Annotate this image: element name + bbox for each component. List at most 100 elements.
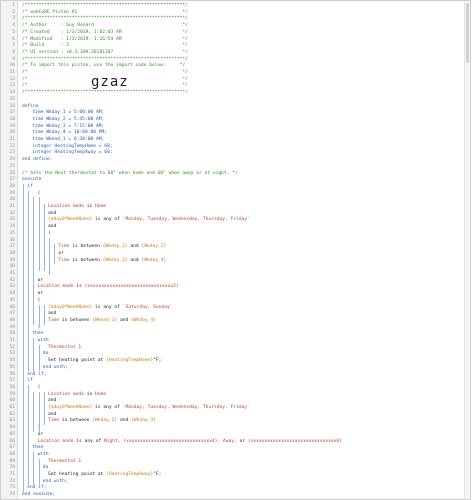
code-token: /* Author : Guy Renard */ xyxy=(22,23,188,29)
code-token: then xyxy=(32,445,44,451)
code-line: 74 end execute; xyxy=(1,492,461,499)
code-token: or xyxy=(58,250,64,256)
code-token: Thermostat 1 xyxy=(48,458,82,464)
code-text: end execute; xyxy=(22,492,55,499)
code-token: `Saturday, Sunday` xyxy=(122,304,173,310)
code-token: and xyxy=(119,418,132,424)
code-token: Location mode xyxy=(37,438,77,444)
code-token: if xyxy=(27,378,33,384)
code-editor[interactable]: 1/**************************************… xyxy=(0,0,471,500)
code-token: is xyxy=(86,391,96,397)
code-token: Time xyxy=(58,244,73,250)
code-token: time Wkend_1 = 6:30:00 AM; xyxy=(32,137,105,142)
code-token: is xyxy=(86,204,96,209)
code-token: end with; xyxy=(42,478,68,484)
code-token: {Wkday_2} xyxy=(141,244,167,250)
code-token: do xyxy=(42,465,49,471)
code-token: and xyxy=(48,398,57,404)
code-token: °F; xyxy=(153,358,162,364)
block-guide-line xyxy=(43,204,45,271)
block-guide-line xyxy=(33,338,35,372)
code-token: °F; xyxy=(153,472,162,477)
code-token: /* Sets the Nest thermostat to 68° when … xyxy=(22,170,238,176)
code-token: Time xyxy=(58,257,73,263)
code-token: end if; xyxy=(27,485,47,491)
block-guide-line xyxy=(54,244,56,265)
code-token: and xyxy=(130,257,142,263)
code-token: Home xyxy=(95,204,107,209)
code-token: {Wkday_4} xyxy=(131,317,156,323)
code-token: (xxxxxxxxxxxxxxxxxxxxxxxxxxxxxxx4) xyxy=(123,438,218,444)
code-token: Location mode xyxy=(37,284,77,290)
code-token: /* Modified : 1/3/2019, 1:16:54 AM */ xyxy=(22,36,188,42)
code-token: if xyxy=(27,183,33,189)
code-token: Set heating point at xyxy=(48,472,107,477)
code-token: or xyxy=(37,291,44,297)
code-token: do xyxy=(42,351,49,357)
block-guide-line xyxy=(43,304,45,325)
code-token: end if; xyxy=(27,371,47,377)
code-token: {Wkday_4} xyxy=(141,257,167,263)
code-token: /* UI version : v0.3.109.20181207 */ xyxy=(22,49,188,55)
code-token: is between xyxy=(72,257,103,263)
block-guide-line xyxy=(38,458,40,486)
block-guide-line xyxy=(38,391,40,432)
block-guide-line xyxy=(23,183,25,493)
code-token: {Wkend_1} xyxy=(92,317,120,323)
code-token: , Away, xyxy=(217,438,240,444)
code-token: (xxxxxxxxxxxxxxxxxxxxxxxxxxxxxxx2) xyxy=(84,284,179,290)
code-token: time Wkday_3 = 7:15:00 AM; xyxy=(32,123,105,129)
code-token: or xyxy=(239,438,248,444)
code-token: {Wkday_3} xyxy=(102,257,131,263)
scrollbar-thumb[interactable] xyxy=(466,3,469,63)
code-token: and xyxy=(119,317,132,323)
code-token: /* Created : 1/3/2019, 1:02:03 AM */ xyxy=(22,29,188,35)
code-token: end execute; xyxy=(22,492,56,498)
code-token: time Wkday_2 = 5:45:00 AM; xyxy=(32,116,105,122)
code-token: /* webCoRE Piston #1 */ xyxy=(22,9,188,15)
line-number: 74 xyxy=(9,492,15,498)
block-guide-line xyxy=(28,190,30,372)
code-token: or xyxy=(37,431,44,437)
code-token: ) xyxy=(48,271,51,276)
code-token: (xxxxxxxxxxxxxxxxxxxxxxxxxxxxxxx8) xyxy=(247,438,342,444)
code-token: is between xyxy=(72,244,103,250)
code-token: /***************************************… xyxy=(22,16,188,22)
code-token: time Wkday_1 = 5:00:00 AM; xyxy=(32,110,105,116)
code-token: {$dayOfWeekName} xyxy=(48,217,96,223)
code-token: `Monday, Tuesday, Wednesday, Thursday, F… xyxy=(122,405,250,410)
code-token: Thermostat 1 xyxy=(48,344,82,350)
code-token: ( xyxy=(37,190,41,196)
code-token: {HeatingTempAway} xyxy=(106,472,154,477)
code-token: Night, xyxy=(104,438,124,444)
code-token: and xyxy=(48,210,57,216)
code-token: /* To import this piston, use the import… xyxy=(22,63,186,69)
block-guide-line xyxy=(33,451,35,486)
code-token: is between xyxy=(61,418,93,424)
code-token: and xyxy=(48,311,57,317)
code-token: /***************************************… xyxy=(22,3,188,8)
code-token: {HeatingTempHome} xyxy=(106,358,154,364)
code-token: `Monday, Tuesday, Wednesday, Thursday, F… xyxy=(122,217,250,223)
block-guide-line xyxy=(28,384,30,486)
block-guide-line xyxy=(38,304,40,325)
code-token: Location mode xyxy=(48,204,87,209)
code-token: time Wkday_4 = 10:00:00 PM; xyxy=(32,130,108,136)
code-token: {Wkday_3} xyxy=(131,418,156,424)
code-token: is any of xyxy=(95,304,123,310)
code-token: ) xyxy=(37,324,41,330)
block-guide-line xyxy=(38,344,40,372)
block-guide-line xyxy=(49,237,51,271)
code-token: ( xyxy=(37,384,41,390)
import-code: gzaz xyxy=(91,74,129,90)
code-token: end with; xyxy=(42,364,68,370)
code-token: {Wkday_1} xyxy=(102,244,131,250)
code-token: ( xyxy=(48,230,51,236)
block-guide-line xyxy=(43,391,45,426)
code-token: execute xyxy=(22,177,42,183)
code-token: Set heating point at xyxy=(48,358,107,364)
block-guide-line xyxy=(33,391,35,432)
block-guide-line xyxy=(38,197,40,271)
vertical-scrollbar[interactable] xyxy=(464,1,470,499)
code-token: Time xyxy=(48,418,62,424)
